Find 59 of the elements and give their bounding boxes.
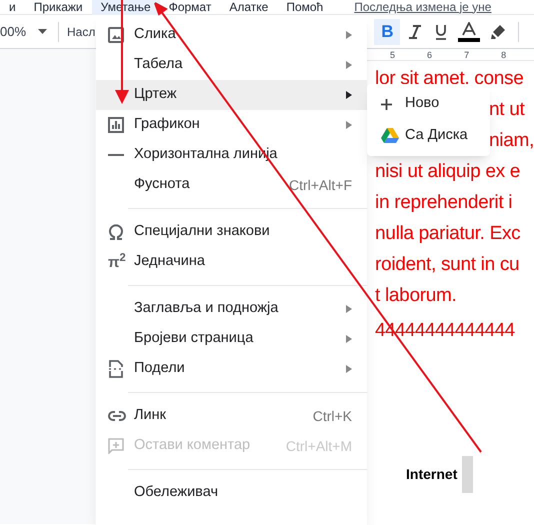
last-edit-link[interactable]: Последња измена је уне bbox=[354, 0, 492, 14]
menu-bar-item[interactable]: Алатке bbox=[220, 0, 278, 14]
submenu-arrow-icon bbox=[346, 61, 352, 69]
italic-icon[interactable] bbox=[408, 24, 422, 40]
submenu-item[interactable]: Ново bbox=[367, 88, 490, 120]
menu-bar-item[interactable]: Прикажи bbox=[24, 0, 92, 14]
document-text: nisi ut aliquip ex e bbox=[375, 160, 520, 184]
submenu-item[interactable]: Са Диска bbox=[367, 120, 490, 152]
comment-icon bbox=[108, 438, 124, 454]
menu-bar-item[interactable]: Формат bbox=[160, 0, 220, 14]
menu-item[interactable]: Подели bbox=[96, 354, 367, 384]
menu-item[interactable]: Обележивач bbox=[96, 478, 367, 508]
submenu-arrow-icon bbox=[346, 365, 352, 373]
document-text: lor sit amet, conse bbox=[375, 67, 524, 91]
document-text: nulla pariatur. Exc bbox=[375, 222, 520, 246]
caret-icon[interactable] bbox=[38, 29, 47, 34]
document-text: niam, bbox=[489, 129, 534, 153]
page-break-icon bbox=[108, 360, 124, 378]
ruler-number: 7 bbox=[464, 49, 470, 60]
ruler-number: 6 bbox=[427, 49, 432, 60]
menu-item[interactable]: Графикон bbox=[96, 110, 367, 140]
menu-item[interactable]: Слика bbox=[96, 20, 367, 50]
menu-item[interactable]: Бројеви страница bbox=[96, 324, 367, 354]
bold-button[interactable]: B bbox=[374, 18, 400, 44]
menu-item[interactable]: Табела bbox=[96, 50, 367, 80]
drive-logo-icon bbox=[381, 128, 399, 144]
pi-icon: π$^{2}$ bbox=[108, 254, 126, 270]
omega-icon bbox=[108, 224, 124, 240]
internet-label: Internet bbox=[406, 465, 458, 484]
ruler-number: 5 bbox=[390, 49, 396, 60]
submenu-arrow-icon bbox=[346, 305, 352, 313]
menu-bar-item[interactable]: Помоћ bbox=[277, 0, 332, 14]
menu-bar-item[interactable]: и bbox=[0, 0, 25, 14]
zoom-value[interactable]: 00% bbox=[0, 22, 28, 42]
document-text: roident, sunt in cu bbox=[375, 253, 520, 277]
text-color-icon[interactable] bbox=[458, 22, 480, 42]
menu-item[interactable]: Специјални знакови bbox=[96, 217, 367, 247]
text-cursor-block bbox=[462, 456, 474, 493]
menu-item[interactable]: π$^{2}$ Једначина bbox=[96, 247, 367, 277]
menu-item[interactable]: Фуснота Ctrl+Alt+F bbox=[96, 170, 367, 200]
image-icon bbox=[108, 27, 124, 43]
menu-item[interactable]: Заглавља и подножја bbox=[96, 294, 367, 324]
link-icon bbox=[108, 411, 126, 421]
submenu-arrow-icon bbox=[346, 31, 352, 39]
submenu-arrow-icon bbox=[346, 91, 352, 99]
document-text: in reprehenderit i bbox=[375, 191, 512, 215]
ruler-number: 8 bbox=[501, 49, 506, 60]
document-text: t laborum. bbox=[375, 284, 457, 308]
menu-item[interactable]: Линк Ctrl+K bbox=[96, 401, 367, 431]
plus-icon bbox=[381, 98, 392, 110]
horizontal-line-icon bbox=[108, 154, 124, 156]
document-text: nt ut bbox=[489, 98, 525, 122]
menu-item[interactable]: Цртеж bbox=[96, 80, 367, 110]
submenu-arrow-icon bbox=[346, 121, 352, 129]
underline-icon[interactable] bbox=[434, 22, 448, 40]
highlighter-icon[interactable] bbox=[490, 24, 506, 40]
submenu-arrow-icon bbox=[346, 335, 352, 343]
style-selector[interactable]: Насл bbox=[67, 22, 96, 40]
bar-chart-icon bbox=[108, 117, 124, 133]
